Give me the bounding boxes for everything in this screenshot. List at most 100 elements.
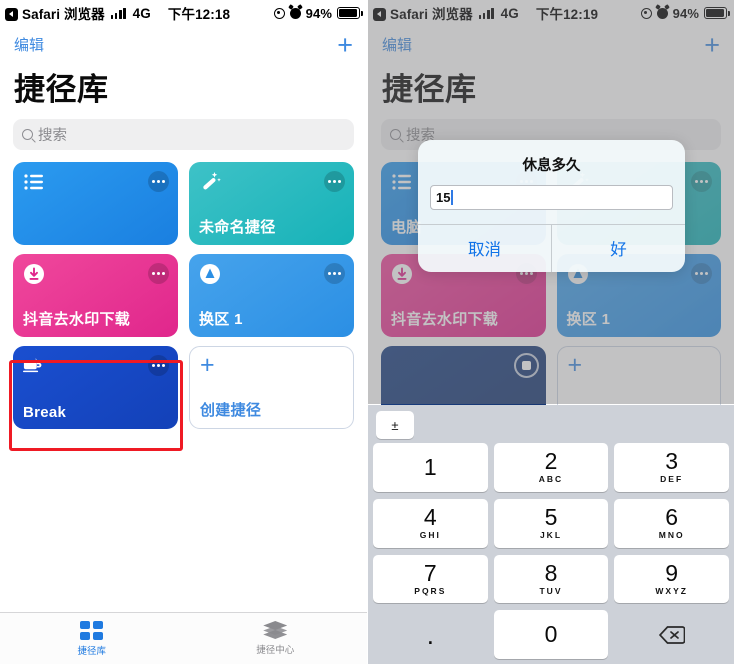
- plus-minus-key[interactable]: ±: [376, 411, 414, 439]
- left-phone-screen: Safari 浏览器 4G 下午12:18 94% 编辑 + 捷径库 搜索 未命…: [0, 0, 367, 664]
- network-type-label: 4G: [500, 5, 519, 21]
- alarm-clock-icon: [656, 7, 668, 19]
- key-number: 5: [544, 504, 558, 531]
- search-icon: [22, 129, 33, 140]
- battery-percent-label: 94%: [672, 5, 699, 21]
- more-options-button[interactable]: [148, 355, 169, 376]
- appstore-icon: [199, 263, 221, 285]
- key-0[interactable]: 0: [493, 610, 609, 659]
- key-2[interactable]: 2 ABC: [493, 443, 609, 492]
- network-type-label: 4G: [132, 5, 151, 21]
- grid-icon: [80, 620, 104, 640]
- key-8[interactable]: 8 TUV: [493, 554, 609, 604]
- key-letters: JKL: [539, 530, 563, 541]
- dual-phone-screenshot: Safari 浏览器 4G 下午12:18 94% 编辑 + 捷径库 搜索 未命…: [0, 0, 734, 664]
- stop-running-button[interactable]: [513, 353, 539, 378]
- backspace-key[interactable]: [614, 610, 729, 659]
- key-9[interactable]: 9 WXYZ: [614, 554, 729, 604]
- more-options-button[interactable]: [324, 263, 345, 284]
- search-placeholder: 搜索: [38, 128, 67, 144]
- add-shortcut-button[interactable]: +: [704, 31, 720, 58]
- stop-icon: [391, 355, 413, 377]
- alarm-clock-icon: [289, 7, 301, 19]
- key-dot[interactable]: .: [373, 610, 488, 659]
- key-letters: WXYZ: [655, 585, 688, 596]
- key-number: 3: [665, 448, 679, 475]
- tab-label: 捷径中心: [256, 645, 295, 656]
- battery-percent-label: 94%: [305, 5, 332, 21]
- battery-icon: [337, 7, 363, 19]
- create-shortcut-card[interactable]: + 创建捷径: [189, 346, 354, 429]
- list-icon: [23, 171, 45, 193]
- numeric-keypad: ± 1 2 ABC 3 DEF 4 GHI 5 JKL 6 MNO 7 PQRS 8 TUV 9 WXYZ. 0: [368, 405, 734, 664]
- more-options-button[interactable]: [691, 263, 712, 284]
- back-arrow-icon[interactable]: [5, 7, 18, 21]
- key-number: 2: [544, 448, 558, 475]
- tab-label: 捷径库: [77, 645, 106, 657]
- plus-icon: +: [200, 351, 215, 379]
- download-icon: [23, 263, 45, 285]
- signal-bars-icon: [110, 7, 126, 19]
- cancel-button[interactable]: 取消: [418, 225, 551, 272]
- status-bar: Safari 浏览器 4G 下午12:19 94%: [368, 0, 734, 26]
- dialog-text-field[interactable]: 15: [430, 185, 673, 210]
- card-label: 抖音去水印下载: [23, 311, 131, 328]
- break-card[interactable]: Break: [13, 346, 178, 429]
- status-back-app-label[interactable]: Safari 浏览器: [390, 3, 473, 23]
- layers-icon: [263, 621, 288, 639]
- card-label: 抖音去水印下载: [391, 311, 499, 328]
- page-title: 捷径库: [14, 72, 109, 107]
- key-number: 0: [544, 621, 558, 648]
- status-back-app-label[interactable]: Safari 浏览器: [22, 3, 105, 23]
- key-3[interactable]: 3 DEF: [614, 443, 729, 492]
- card-label: 未命名捷径: [199, 219, 276, 236]
- search-input[interactable]: 搜索: [13, 119, 354, 150]
- key-letters: DEF: [660, 474, 684, 485]
- key-number: 1: [423, 453, 437, 480]
- ok-button[interactable]: 好: [551, 225, 685, 272]
- edit-button[interactable]: 编辑: [382, 34, 412, 55]
- status-bar: Safari 浏览器 4G 下午12:18 94%: [0, 0, 367, 26]
- more-options-button[interactable]: [324, 171, 345, 192]
- status-time: 下午12:19: [535, 7, 599, 22]
- card-label: 换区 1: [199, 311, 243, 328]
- tab-shortcuts-gallery[interactable]: 捷径中心: [184, 621, 368, 656]
- search-icon: [390, 129, 401, 140]
- more-options-button[interactable]: [148, 263, 169, 284]
- more-options-button[interactable]: [691, 171, 712, 192]
- edit-button[interactable]: 编辑: [14, 34, 44, 55]
- tab-shortcuts-library[interactable]: 捷径库: [0, 620, 184, 657]
- key-number: 8: [544, 559, 558, 586]
- key-letters: ABC: [538, 474, 564, 485]
- key-number: 7: [423, 559, 437, 586]
- douyin-download-card[interactable]: 抖音去水印下载: [13, 254, 178, 337]
- page-title: 捷径库: [382, 72, 477, 107]
- ask-for-input-dialog: 休息多久 15 取消 好: [418, 140, 685, 272]
- key-5[interactable]: 5 JKL: [493, 498, 609, 548]
- key-7[interactable]: 7 PQRS: [373, 554, 488, 604]
- nav-bar: 编辑 +: [0, 26, 367, 58]
- back-arrow-icon[interactable]: [373, 7, 386, 21]
- shortcuts-grid: 未命名捷径抖音去水印下载 换区 1 Break + 创建捷径: [0, 162, 367, 429]
- add-shortcut-button[interactable]: +: [337, 31, 353, 58]
- more-options-button[interactable]: [148, 171, 169, 192]
- location-icon: [640, 7, 652, 19]
- region-switch-card[interactable]: 换区 1: [189, 254, 354, 337]
- unnamed-shortcut-card[interactable]: 未命名捷径: [189, 162, 354, 245]
- right-phone-screen: Safari 浏览器 4G 下午12:19 94% 编辑 + 捷径库 搜索 电脑…: [367, 0, 734, 664]
- list-card[interactable]: [13, 162, 178, 245]
- status-time: 下午12:18: [167, 7, 231, 22]
- key-letters: GHI: [419, 530, 441, 541]
- card-label: 创建捷径: [200, 402, 262, 419]
- key-1[interactable]: 1: [373, 443, 488, 492]
- location-icon: [273, 7, 285, 19]
- key-number: .: [426, 619, 434, 650]
- battery-icon: [704, 7, 730, 19]
- key-6[interactable]: 6 MNO: [614, 498, 729, 548]
- dialog-field-value: 15: [436, 190, 451, 205]
- key-letters: MNO: [658, 530, 685, 541]
- dialog-title: 休息多久: [522, 158, 581, 174]
- key-letters: TUV: [539, 585, 563, 596]
- key-number: 4: [423, 504, 437, 531]
- key-4[interactable]: 4 GHI: [373, 498, 488, 548]
